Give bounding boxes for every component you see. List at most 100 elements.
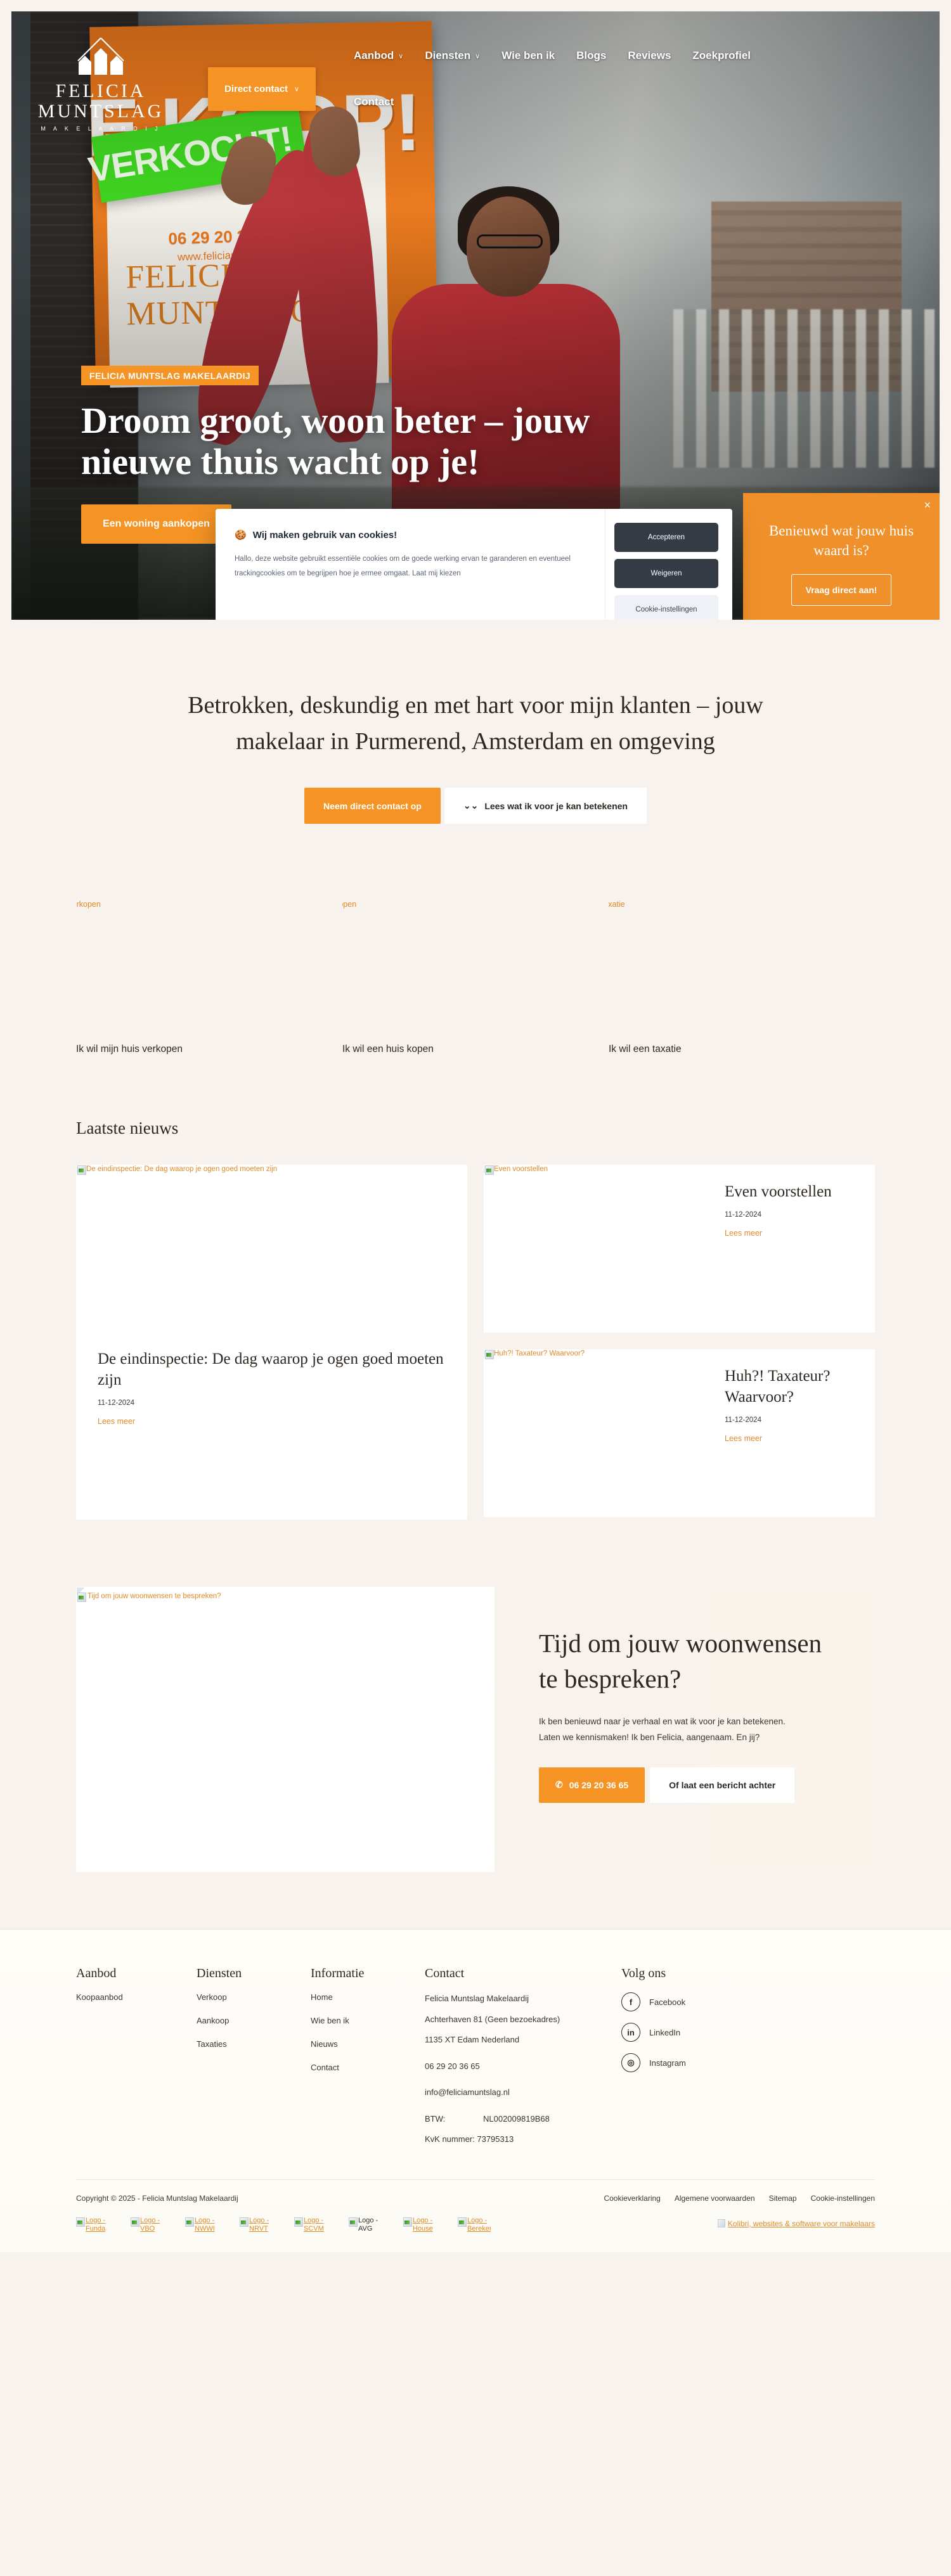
footer-email[interactable]: info@feliciamuntslag.nl (425, 2086, 621, 2099)
nav-item-aanbod[interactable]: Aanbod ∨ (354, 49, 403, 62)
news-card-date: 11-12-2024 (98, 1399, 134, 1407)
broken-image-icon: Even voorstellen (484, 1165, 875, 1174)
nav-item-reviews[interactable]: Reviews (628, 49, 671, 62)
social-link-linkedin[interactable]: in LinkedIn (621, 2023, 875, 2042)
chevron-down-icon: ∨ (475, 52, 481, 60)
broken-image-icon: Huh?! Taxateur? Waarvoor? (484, 1349, 875, 1359)
partner-logo-house-of[interactable]: Logo - House of (403, 2217, 436, 2233)
image-placeholder-glyph (132, 2220, 137, 2224)
close-icon[interactable]: × (924, 499, 931, 511)
nav-label-wie-ben-ik: Wie ben ik (501, 49, 555, 61)
news-card-featured[interactable]: De eindinspectie: De dag waarop je ogen … (76, 1165, 467, 1520)
legal-link-cookie-instellingen[interactable]: Cookie-instellingen (811, 2194, 875, 2203)
partner-logo-scvm[interactable]: Logo - SCVM (294, 2217, 327, 2233)
footer-link-koopaanbod[interactable]: Koopaanbod (76, 1992, 197, 2002)
cta-heading: Tijd om jouw woonwensen te bespreken? (539, 1629, 822, 1693)
cookie-settings-button[interactable]: Cookie-instellingen (614, 595, 718, 620)
cookie-consent-dialog: 🍪 Wij maken gebruik van cookies! Hallo, … (216, 509, 732, 620)
partner-logo-bereken[interactable]: Logo - Bereken (458, 2217, 491, 2233)
nav-item-zoekprofiel[interactable]: Zoekprofiel (692, 49, 751, 62)
footer-link-aankoop[interactable]: Aankoop (197, 2016, 311, 2025)
footer-bottom-right: Cookieverklaring Algemene voorwaarden Si… (604, 2194, 875, 2228)
image-placeholder-glyph (241, 2220, 246, 2224)
intro-contact-button[interactable]: Neem direct contact op (304, 788, 441, 824)
nav-label-blogs: Blogs (576, 49, 607, 61)
footer-heading-contact: Contact (425, 1966, 465, 1980)
cta-image-panel: Tijd om jouw woonwensen te bespreken? (76, 1587, 495, 1872)
footer-link-contact[interactable]: Contact (311, 2063, 425, 2072)
image-placeholder-glyph (79, 1596, 84, 1599)
news-card-date: 11-12-2024 (725, 1416, 761, 1424)
intro-learn-more-button[interactable]: ⌄⌄ Lees wat ik voor je kan betekenen (444, 788, 647, 824)
cookie-accept-button[interactable]: Accepteren (614, 523, 718, 552)
nav-label-diensten: Diensten (425, 49, 471, 61)
footer-phone[interactable]: 06 29 20 36 65 (425, 2060, 621, 2073)
social-label-linkedin: LinkedIn (649, 2027, 681, 2037)
footer-columns: Aanbod Koopaanbod Diensten Verkoop Aanko… (76, 1966, 875, 2154)
nav-label-reviews: Reviews (628, 49, 671, 61)
service-card-verkopen[interactable]: Verkopen Ik wil mijn huis verkopen (76, 900, 342, 1055)
social-link-instagram[interactable]: ◎ Instagram (621, 2053, 875, 2072)
footer-heading-diensten: Diensten (197, 1966, 242, 1980)
footer-city: 1135 XT Edam Nederland (425, 2035, 520, 2044)
footer-link-taxaties[interactable]: Taxaties (197, 2039, 311, 2049)
kolibri-credit-link[interactable]: Kolibri, websites & software voor makela… (717, 2219, 875, 2228)
image-placeholder-glyph (350, 2220, 355, 2224)
hero-cta-button[interactable]: Een woning aankopen (81, 504, 231, 544)
hero-section: 06 29 20 36 65 www.feliciamuntslag.nl (0, 0, 951, 631)
legal-link-cookieverklaring[interactable]: Cookieverklaring (604, 2194, 660, 2203)
footer-link-home[interactable]: Home (311, 1992, 425, 2002)
news-card-read-more[interactable]: Lees meer (98, 1417, 135, 1426)
legal-link-algemene-voorwaarden[interactable]: Algemene voorwaarden (675, 2194, 755, 2203)
service-title-kopen: Ik wil een huis kopen (342, 1044, 434, 1054)
home-value-panel: × Benieuwd wat jouw huis waard is? Vraag… (743, 493, 940, 620)
phone-icon: ✆ (555, 1779, 563, 1790)
image-placeholder-glyph (717, 2219, 725, 2227)
footer-column-diensten: Diensten Verkoop Aankoop Taxaties (197, 1966, 311, 2154)
nav-item-wie-ben-ik[interactable]: Wie ben ik (501, 49, 555, 62)
intro-button-group: Neem direct contact op ⌄⌄ Lees wat ik vo… (0, 788, 951, 824)
footer-link-wie-ben-ik[interactable]: Wie ben ik (311, 2016, 425, 2025)
cta-paragraph-2: Laten we kennismaken! Ik ben Felicia, aa… (539, 1733, 760, 1743)
nav-label-aanbod: Aanbod (354, 49, 394, 61)
home-value-request-button[interactable]: Vraag direct aan! (791, 574, 892, 606)
partner-logo-nwwi[interactable]: Logo - NWWI (185, 2217, 218, 2233)
hero-image-container: 06 29 20 36 65 www.feliciamuntslag.nl (11, 11, 940, 620)
news-card-even-voorstellen[interactable]: Even voorstellen Even voorstellen 11-12-… (484, 1165, 875, 1333)
footer-heading-informatie: Informatie (311, 1966, 365, 1980)
nav-item-blogs[interactable]: Blogs (576, 49, 606, 62)
cta-phone-number: 06 29 20 36 65 (569, 1779, 629, 1790)
service-card-kopen[interactable]: Kopen Ik wil een huis kopen (342, 900, 609, 1055)
news-card-body: Even voorstellen 11-12-2024 Lees meer (725, 1181, 875, 1239)
cookie-dialog-text: 🍪 Wij maken gebruik van cookies! Hallo, … (216, 509, 605, 620)
hero-eyebrow-badge: FELICIA MUNTSLAG MAKELAARDIJ (81, 366, 259, 386)
direct-contact-button[interactable]: Direct contact ∨ (208, 67, 316, 111)
news-card-read-more[interactable]: Lees meer (725, 1434, 762, 1443)
nav-item-diensten[interactable]: Diensten ∨ (425, 49, 480, 62)
news-card-taxateur[interactable]: Huh?! Taxateur? Waarvoor? Huh?! Taxateur… (484, 1349, 875, 1517)
news-card-read-more[interactable]: Lees meer (725, 1229, 762, 1238)
cta-message-button[interactable]: Of laat een bericht achter (650, 1767, 795, 1803)
cookie-dialog-heading: 🍪 Wij maken gebruik van cookies! (235, 529, 586, 541)
footer-link-verkoop[interactable]: Verkoop (197, 1992, 311, 2002)
footer-btw-row: BTW: NL002009819B68 (425, 2113, 621, 2125)
site-logo[interactable]: FELICIA MUNTSLAG M A K E L A A R D I J (34, 37, 167, 132)
direct-contact-label: Direct contact (224, 84, 288, 94)
image-placeholder-glyph (486, 1353, 491, 1357)
footer-link-nieuws[interactable]: Nieuws (311, 2039, 425, 2049)
social-link-facebook[interactable]: f Facebook (621, 1992, 875, 2011)
legal-link-sitemap[interactable]: Sitemap (769, 2194, 797, 2203)
cta-phone-button[interactable]: ✆ 06 29 20 36 65 (539, 1767, 645, 1803)
service-card-taxatie[interactable]: Taxatie Ik wil een taxatie (609, 900, 875, 1055)
nav-item-contact[interactable]: Contact (354, 96, 394, 108)
partner-logo-vbo[interactable]: Logo - VBO (131, 2217, 164, 2233)
partner-logo-funda[interactable]: Logo - Funda (76, 2217, 109, 2233)
cookie-reject-button[interactable]: Weigeren (614, 559, 718, 588)
partner-logo-nrvt[interactable]: Logo - NRVT (240, 2217, 273, 2233)
news-card-title: De eindinspectie: De dag waarop je ogen … (98, 1350, 444, 1388)
cookie-icon: 🍪 (235, 530, 247, 541)
nav-label-zoekprofiel: Zoekprofiel (692, 49, 751, 61)
service-image-area (76, 914, 342, 1044)
linkedin-icon: in (621, 2023, 640, 2042)
instagram-icon: ◎ (621, 2053, 640, 2072)
